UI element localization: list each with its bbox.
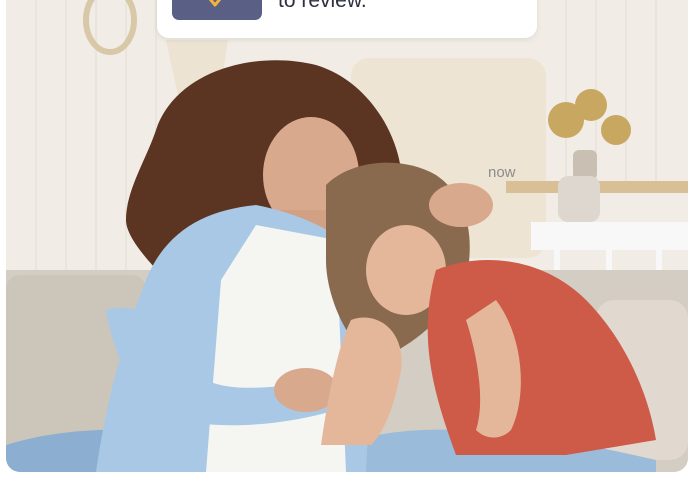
app-badge-icon: [172, 0, 262, 20]
photo-image: [6, 0, 688, 472]
photo-card: now: [6, 0, 688, 472]
notification-banner[interactable]: to review.: [157, 0, 537, 38]
notification-text: to review.: [278, 0, 367, 12]
chevron-down-icon: [209, 0, 221, 7]
notification-timestamp: now: [488, 164, 516, 181]
